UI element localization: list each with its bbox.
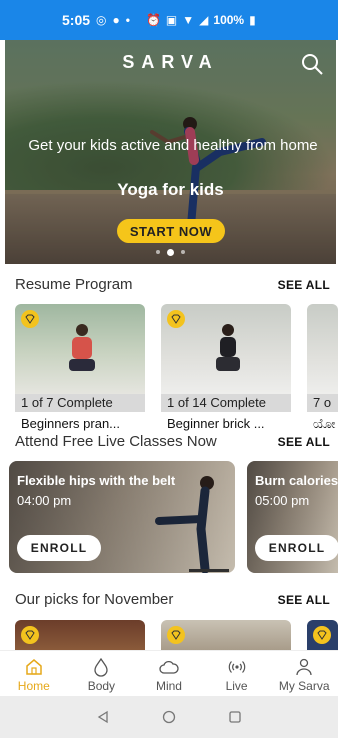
alarm-icon: ⏰ — [145, 13, 161, 27]
nav-label-mind: Mind — [155, 679, 182, 693]
resume-thumbnail — [161, 304, 291, 394]
nav-item-mind[interactable]: Mind — [135, 651, 203, 696]
resume-progress-label: 1 of 7 Complete — [15, 394, 145, 412]
nav-label-home: Home — [17, 679, 50, 693]
pick-card[interactable] — [15, 620, 145, 650]
pick-card[interactable] — [161, 620, 291, 650]
live-class-time: 05:00 pm — [255, 493, 310, 508]
status-time: 5:05 — [62, 12, 91, 28]
broadcast-icon — [228, 661, 245, 673]
resume-thumbnail — [15, 304, 145, 394]
resume-card[interactable]: 1 of 14 Complete Beginner brick ... — [161, 304, 291, 431]
picks-see-all-button[interactable]: SEE ALL — [278, 593, 330, 607]
carousel-dots[interactable] — [5, 249, 336, 256]
battery-percent: 100% — [213, 13, 245, 27]
drop-icon — [94, 657, 109, 677]
nav-label-my-sarva: My Sarva — [278, 679, 330, 693]
picks-section-header: Our picks for November SEE ALL — [15, 591, 330, 608]
signal-icon: ◢ — [199, 13, 209, 27]
bottom-navigation: Home Body Mind Live My Sarva — [0, 650, 338, 696]
premium-diamond-icon — [167, 626, 185, 644]
resume-section-title: Resume Program — [15, 276, 133, 293]
sim-icon: ▣ — [165, 13, 178, 27]
carousel-dot-active[interactable] — [167, 249, 174, 256]
wifi-icon: ▼ — [182, 13, 195, 27]
premium-diamond-icon — [313, 626, 331, 644]
system-navigation-bar — [0, 696, 338, 738]
hero-subtitle: Get your kids active and healthy from ho… — [28, 137, 318, 154]
instructor-image — [216, 324, 240, 371]
resume-progress-label: 1 of 14 Complete — [161, 394, 291, 412]
live-class-title: Flexible hips with the belt — [17, 473, 176, 488]
notification-icons: ◎ ● • — [96, 13, 130, 27]
enroll-button[interactable]: ENROLL — [17, 535, 101, 561]
hero-banner[interactable]: SARVA Get your kids active and healthy f… — [5, 40, 336, 264]
carousel-dot[interactable] — [181, 250, 185, 254]
resume-program-name: Beginners pran... — [21, 416, 121, 431]
mic-icon: ● — [112, 13, 120, 27]
system-icons: ⏰ ▣ ▼ ◢ 100% ▮ — [146, 13, 256, 27]
search-icon[interactable] — [300, 52, 324, 76]
dot-icon: • — [125, 13, 130, 27]
carousel-dot[interactable] — [156, 250, 160, 254]
live-class-title: Burn calories — [255, 473, 338, 488]
premium-diamond-icon — [21, 626, 39, 644]
live-class-card[interactable]: Burn calories 05:00 pm ENROLL — [247, 461, 338, 573]
nav-label-live: Live — [225, 679, 248, 693]
recents-icon[interactable] — [228, 710, 242, 724]
back-icon[interactable] — [96, 710, 110, 724]
resume-see-all-button[interactable]: SEE ALL — [278, 278, 330, 292]
live-see-all-button[interactable]: SEE ALL — [278, 435, 330, 449]
enroll-button[interactable]: ENROLL — [255, 535, 338, 561]
battery-icon: ▮ — [249, 13, 256, 27]
live-class-card[interactable]: Flexible hips with the belt 04:00 pm ENR… — [9, 461, 235, 573]
start-now-button[interactable]: START NOW — [117, 219, 225, 243]
resume-card[interactable]: 7 o ಯೋ — [307, 304, 338, 432]
nav-label-body: Body — [87, 679, 116, 693]
hero-title: Yoga for kids — [117, 180, 224, 199]
picks-section-title: Our picks for November — [15, 591, 174, 608]
nav-item-my-sarva[interactable]: My Sarva — [270, 651, 338, 696]
premium-diamond-icon — [167, 310, 185, 328]
resume-program-name: ಯೋ — [313, 416, 336, 431]
nav-item-body[interactable]: Body — [68, 651, 136, 696]
premium-diamond-icon — [21, 310, 39, 328]
live-section-header: Attend Free Live Classes Now SEE ALL — [15, 433, 330, 450]
pick-card[interactable] — [307, 620, 338, 650]
cloud-icon — [159, 660, 179, 674]
home-circle-icon[interactable] — [162, 710, 176, 724]
resume-card[interactable]: 1 of 7 Complete Beginners pran... — [15, 304, 145, 431]
resume-program-name: Beginner brick ... — [167, 416, 265, 431]
instructor-image — [69, 324, 95, 371]
live-class-time: 04:00 pm — [17, 493, 72, 508]
whatsapp-icon: ◎ — [96, 13, 107, 27]
status-bar: 5:05 ◎ ● • ⏰ ▣ ▼ ◢ 100% ▮ — [0, 0, 338, 40]
live-section-title: Attend Free Live Classes Now — [15, 433, 217, 450]
resume-section-header: Resume Program SEE ALL — [15, 276, 330, 293]
home-icon — [26, 659, 42, 675]
person-icon — [296, 658, 312, 676]
nav-item-home[interactable]: Home — [0, 651, 68, 696]
brand-logo: SARVA — [122, 52, 219, 72]
nav-item-live[interactable]: Live — [203, 651, 271, 696]
resume-thumbnail — [307, 304, 338, 394]
resume-progress-label: 7 o — [307, 394, 338, 412]
